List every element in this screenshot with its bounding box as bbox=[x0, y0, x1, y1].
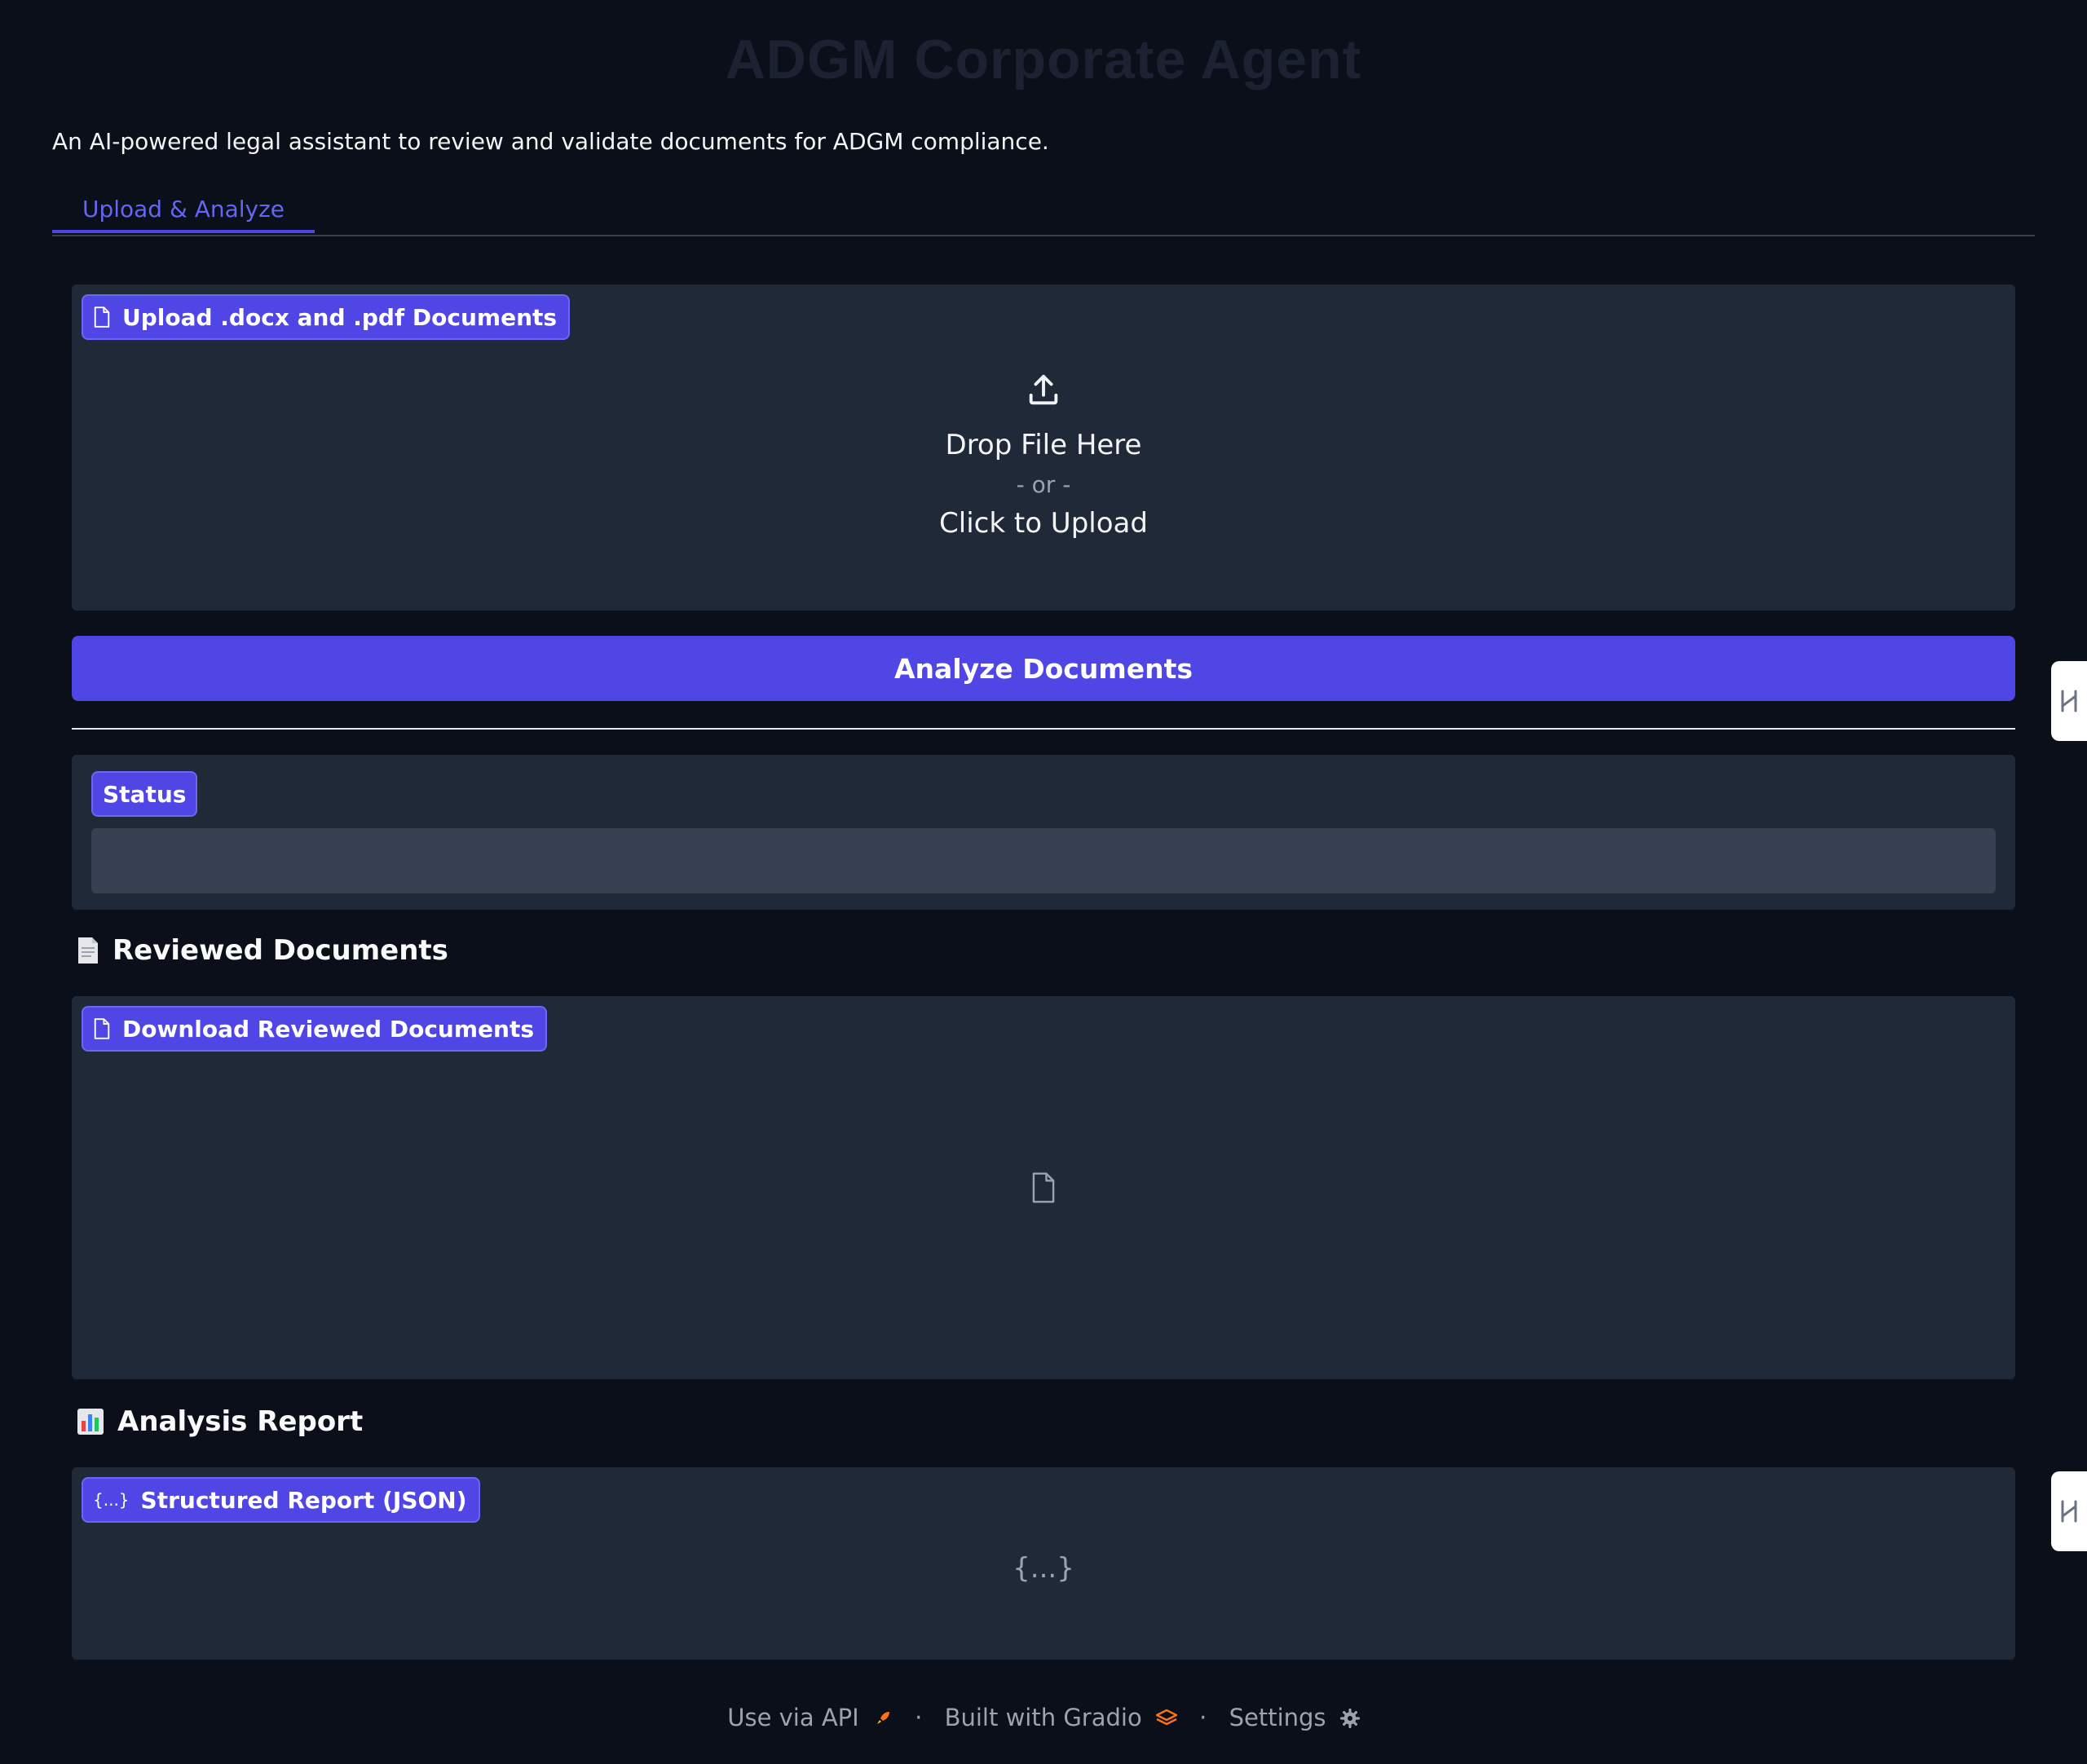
settings-text: Settings bbox=[1229, 1704, 1326, 1731]
json-report-panel: {...} Structured Report (JSON) {...} bbox=[72, 1467, 2015, 1660]
download-panel: Download Reviewed Documents bbox=[72, 996, 2015, 1379]
download-label-text: Download Reviewed Documents bbox=[122, 1015, 534, 1043]
json-report-label-text: Structured Report (JSON) bbox=[140, 1486, 467, 1514]
json-icon: {...} bbox=[93, 1490, 130, 1510]
use-via-api-link[interactable]: Use via API bbox=[727, 1704, 900, 1731]
bar-chart-icon bbox=[77, 1409, 104, 1435]
footer: Use via API · Built with Gradio · Settin… bbox=[52, 1704, 2035, 1731]
side-panel-toggle[interactable] bbox=[2051, 661, 2087, 741]
built-with-gradio-text: Built with Gradio bbox=[944, 1704, 1142, 1731]
status-panel: Status bbox=[72, 755, 2015, 910]
file-icon bbox=[94, 1018, 110, 1039]
upload-icon bbox=[1029, 374, 1058, 405]
upload-label: Upload .docx and .pdf Documents bbox=[82, 294, 571, 340]
resize-handle-icon bbox=[2061, 690, 2077, 712]
built-with-gradio-link[interactable]: Built with Gradio bbox=[945, 1704, 1185, 1731]
analysis-report-heading-text: Analysis Report bbox=[117, 1405, 364, 1438]
gear-icon bbox=[1339, 1708, 1360, 1729]
use-via-api-text: Use via API bbox=[727, 1704, 859, 1731]
tab-bar: Upload & Analyze bbox=[52, 187, 2035, 236]
analyze-documents-button[interactable]: Analyze Documents bbox=[72, 636, 2015, 701]
json-report-label: {...} Structured Report (JSON) bbox=[82, 1477, 480, 1523]
tab-upload-analyze[interactable]: Upload & Analyze bbox=[52, 187, 315, 233]
download-label: Download Reviewed Documents bbox=[82, 1006, 547, 1052]
footer-separator: · bbox=[915, 1704, 923, 1731]
or-text: - or - bbox=[1016, 471, 1071, 498]
reviewed-documents-heading: Reviewed Documents bbox=[77, 934, 448, 967]
page-title: ADGM Corporate Agent bbox=[725, 29, 1362, 90]
resize-handle-icon bbox=[2061, 1500, 2077, 1523]
analysis-report-heading: Analysis Report bbox=[77, 1405, 363, 1438]
divider bbox=[72, 728, 2015, 730]
file-icon bbox=[94, 306, 110, 328]
side-panel-toggle[interactable] bbox=[2051, 1471, 2087, 1551]
rocket-icon bbox=[876, 1712, 889, 1724]
gradio-logo-icon bbox=[1155, 1709, 1178, 1726]
reviewed-documents-heading-text: Reviewed Documents bbox=[113, 934, 448, 967]
footer-separator: · bbox=[1199, 1704, 1207, 1731]
status-textbox[interactable] bbox=[91, 828, 1996, 893]
empty-file-icon bbox=[1032, 1172, 1055, 1203]
status-label: Status bbox=[91, 771, 198, 817]
click-to-upload-text: Click to Upload bbox=[939, 507, 1148, 540]
page-subtitle: An AI-powered legal assistant to review … bbox=[52, 128, 1049, 155]
page-icon bbox=[78, 937, 98, 964]
settings-link[interactable]: Settings bbox=[1229, 1704, 1360, 1731]
json-empty-icon: {...} bbox=[1013, 1552, 1074, 1585]
file-upload-panel: Drop File Here - or - Click to Upload Up… bbox=[72, 284, 2015, 611]
upload-label-text: Upload .docx and .pdf Documents bbox=[122, 303, 558, 331]
drop-file-text: Drop File Here bbox=[945, 429, 1142, 461]
